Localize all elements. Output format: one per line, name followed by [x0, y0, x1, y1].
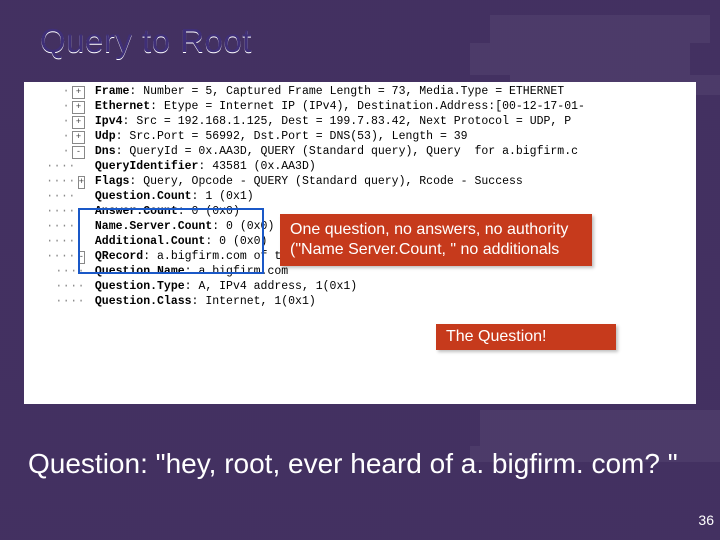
highlight-box-counts — [78, 208, 264, 274]
tree-row: ·+ Udp: Src.Port = 56992, Dst.Port = DNS… — [24, 129, 696, 144]
callout-counts: One question, no answers, no authority (… — [280, 214, 592, 266]
row-text: QueryIdentifier: 43581 (0x.AA3D) — [88, 159, 316, 174]
row-text: Ipv4: Src = 192.168.1.125, Dest = 199.7.… — [88, 114, 571, 129]
tree-row: ···· Question.Class: Internet, 1(0x1) — [24, 294, 696, 309]
row-text: Question.Type: A, IPv4 address, 1(0x1) — [88, 279, 357, 294]
collapse-icon[interactable]: - — [72, 146, 85, 159]
footer-question: Question: "hey, root, ever heard of a. b… — [28, 446, 692, 481]
tree-row: ···· QueryIdentifier: 43581 (0x.AA3D) — [24, 159, 696, 174]
tree-row: ···· Question.Type: A, IPv4 address, 1(0… — [24, 279, 696, 294]
expand-icon[interactable]: + — [72, 131, 85, 144]
page-number: 36 — [698, 512, 714, 528]
callout-question: The Question! — [436, 324, 616, 350]
row-text: Udp: Src.Port = 56992, Dst.Port = DNS(53… — [88, 129, 468, 144]
tree-row: ·+ Ethernet: Etype = Internet IP (IPv4),… — [24, 99, 696, 114]
tree-row: ···· Question.Count: 1 (0x1) — [24, 189, 696, 204]
expand-icon[interactable]: + — [78, 176, 85, 189]
row-text: Frame: Number = 5, Captured Frame Length… — [88, 84, 564, 99]
slide-title: Query to Root — [40, 22, 252, 60]
tree-row: ····+ Flags: Query, Opcode - QUERY (Stan… — [24, 174, 696, 189]
expand-icon[interactable]: + — [72, 101, 85, 114]
row-text: Ethernet: Etype = Internet IP (IPv4), De… — [88, 99, 585, 114]
row-text: Flags: Query, Opcode - QUERY (Standard q… — [88, 174, 523, 189]
row-text: Question.Class: Internet, 1(0x1) — [88, 294, 316, 309]
expand-icon[interactable]: + — [72, 86, 85, 99]
row-text: Question.Count: 1 (0x1) — [88, 189, 254, 204]
row-text: Dns: QueryId = 0x.AA3D, QUERY (Standard … — [88, 144, 578, 159]
tree-row: ·- Dns: QueryId = 0x.AA3D, QUERY (Standa… — [24, 144, 696, 159]
expand-icon[interactable]: + — [72, 116, 85, 129]
tree-row: ·+ Frame: Number = 5, Captured Frame Len… — [24, 84, 696, 99]
tree-row: ·+ Ipv4: Src = 192.168.1.125, Dest = 199… — [24, 114, 696, 129]
